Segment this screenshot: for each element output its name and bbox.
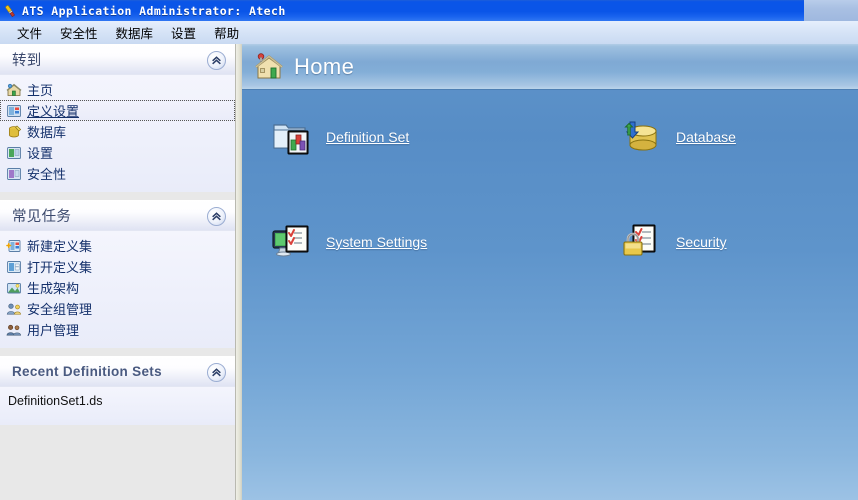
sidebar-item-label: 定义设置	[27, 104, 80, 119]
user-management-icon	[6, 322, 22, 338]
sidebar-item-definition-set[interactable]: 定义设置	[0, 100, 235, 121]
security-lock-icon	[622, 223, 662, 261]
sidebar-item-label: 生成架构	[27, 281, 80, 296]
tile-row-gap	[242, 156, 858, 223]
sidebar-item-security[interactable]: 安全性	[0, 163, 235, 184]
panel-header-common-tasks: 常见任务	[0, 200, 235, 231]
sidebar-item-generate-schema[interactable]: 生成架构	[0, 277, 235, 298]
sidebar-item-database[interactable]: 数据库	[0, 121, 235, 142]
sidebar-item-settings[interactable]: 设置	[0, 142, 235, 163]
definition-set-folder-icon	[272, 118, 312, 156]
panel-title-common-tasks: 常见任务	[12, 208, 72, 225]
panel-header-recent: Recent Definition Sets	[0, 356, 235, 387]
window-title: ATS Application Administrator: Atech	[22, 3, 286, 18]
sidebar-item-label: 新建定义集	[27, 239, 93, 254]
sidebar-panel-common-tasks: 常见任务 新建定义集 打开定义集 生成架构 安全组管理 用户管理	[0, 200, 235, 348]
menu-database[interactable]: 数据库	[107, 21, 163, 44]
database-cylinder-icon	[622, 118, 662, 156]
tile-label: Security	[676, 234, 727, 250]
sidebar-item-label: 设置	[27, 146, 54, 161]
sidebar-item-label: 主页	[27, 83, 54, 98]
tile-label: Definition Set	[326, 129, 410, 145]
settings-icon	[6, 145, 22, 161]
security-icon	[6, 166, 22, 182]
sidebar-panel-goto: 转到 主页 定义设置 数据库 设置 安全性	[0, 44, 235, 192]
menu-help[interactable]: 帮助	[205, 21, 248, 44]
sidebar-item-label: 安全性	[27, 167, 67, 182]
sidebar-item-label: 用户管理	[27, 323, 80, 338]
sidebar-item-label: 数据库	[27, 125, 67, 140]
sidebar-item-open-definition-set[interactable]: 打开定义集	[0, 256, 235, 277]
home-house-icon	[254, 52, 284, 81]
sidebar: 转到 主页 定义设置 数据库 设置 安全性 常见任务 新建定义集 打开定义集 生…	[0, 44, 236, 500]
sidebar-item-new-definition-set[interactable]: 新建定义集	[0, 235, 235, 256]
main-content: Home Definition Set Database System Sett…	[242, 44, 858, 500]
panel-body-recent: DefinitionSet1.ds	[0, 387, 235, 425]
definition-set-icon	[6, 103, 22, 119]
panel-title-recent: Recent Definition Sets	[12, 363, 162, 379]
tile-database[interactable]: Database	[622, 118, 858, 156]
new-definition-set-icon	[6, 238, 22, 254]
title-bar: ATS Application Administrator: Atech	[0, 0, 858, 21]
tile-label: Database	[676, 129, 736, 145]
menu-settings[interactable]: 设置	[162, 21, 205, 44]
chevron-up-icon[interactable]	[207, 363, 226, 382]
chevron-up-icon[interactable]	[207, 51, 226, 70]
tile-definition-set[interactable]: Definition Set	[242, 118, 622, 156]
panel-body-goto: 主页 定义设置 数据库 设置 安全性	[0, 75, 235, 192]
recent-file-item[interactable]: DefinitionSet1.ds	[0, 391, 235, 411]
sidebar-item-label: 打开定义集	[27, 260, 93, 275]
menu-bar: 文件 安全性 数据库 设置 帮助	[0, 21, 858, 44]
sidebar-panel-recent: Recent Definition Sets DefinitionSet1.ds	[0, 356, 235, 425]
tile-row-1: Definition Set Database	[242, 118, 858, 156]
tile-label: System Settings	[326, 234, 428, 250]
page-header: Home	[242, 44, 858, 90]
sidebar-item-label: 安全组管理	[27, 302, 93, 317]
panel-header-goto: 转到	[0, 44, 235, 75]
system-settings-icon	[272, 223, 312, 261]
application-window: ATS Application Administrator: Atech 文件 …	[0, 0, 858, 500]
home-icon	[6, 82, 22, 98]
tile-row-2: System Settings Security	[242, 223, 858, 261]
tile-system-settings[interactable]: System Settings	[242, 223, 622, 261]
chevron-up-icon[interactable]	[207, 207, 226, 226]
database-icon	[6, 124, 22, 140]
menu-security[interactable]: 安全性	[51, 21, 107, 44]
app-icon	[2, 3, 18, 19]
generate-schema-icon	[6, 280, 22, 296]
titlebar-right-cap	[804, 0, 858, 21]
panel-body-common-tasks: 新建定义集 打开定义集 生成架构 安全组管理 用户管理	[0, 231, 235, 348]
security-group-icon	[6, 301, 22, 317]
menu-file[interactable]: 文件	[8, 21, 51, 44]
open-definition-set-icon	[6, 259, 22, 275]
tiles-grid: Definition Set Database System Settings …	[242, 90, 858, 261]
page-title: Home	[294, 53, 355, 79]
tile-security[interactable]: Security	[622, 223, 858, 261]
sidebar-item-home[interactable]: 主页	[0, 79, 235, 100]
panel-title-goto: 转到	[12, 52, 42, 69]
sidebar-item-security-group[interactable]: 安全组管理	[0, 298, 235, 319]
sidebar-item-user-management[interactable]: 用户管理	[0, 319, 235, 340]
